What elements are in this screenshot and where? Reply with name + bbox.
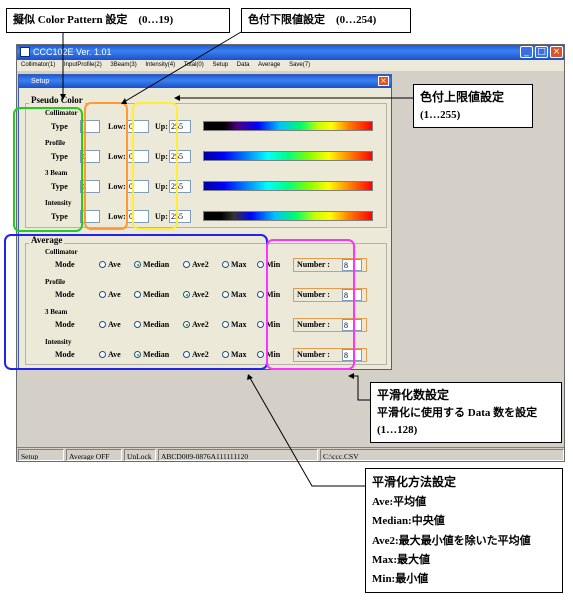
method-item: Min:最小値 (372, 573, 429, 585)
arrowhead-icon (247, 374, 253, 380)
callout-text: 平滑化に使用する Data 数を設定 (377, 406, 538, 419)
leader-line (249, 377, 365, 487)
method-item: Max:最大値 (372, 553, 431, 566)
leader-line (123, 31, 242, 103)
callout-text: (1…128) (377, 423, 418, 436)
arrowhead-icon (60, 94, 66, 100)
callout-title: 平滑化数設定 (377, 388, 450, 402)
callout-text: (1…255) (420, 108, 461, 121)
arrowhead-icon (174, 95, 180, 101)
callout-title: 平滑化方法設定 (372, 475, 457, 489)
method-item: Ave:平均値 (372, 496, 427, 508)
leader-line (352, 375, 370, 401)
callout-upper-limit: 色付上限値設定 (1…255) (413, 84, 533, 128)
callout-method: 平滑化方法設定 Ave:平均値 Median:中央値 Ave2:最大最小値を除い… (365, 468, 563, 594)
method-item: Median:中央値 (372, 515, 445, 528)
callout-text: 擬似 Color Pattern 設定 (0…19) (13, 14, 174, 26)
callout-text: 色付下限値設定 (0…254) (248, 14, 377, 26)
arrowhead-icon (348, 373, 354, 379)
callout-lower-limit: 色付下限値設定 (0…254) (241, 8, 411, 34)
method-item: Ave2:最大最小値を除いた平均値 (372, 534, 531, 547)
callout-number: 平滑化数設定 平滑化に使用する Data 数を設定 (1…128) (370, 382, 562, 443)
callout-title: 色付上限値設定 (420, 90, 505, 104)
callout-pseudo-type: 擬似 Color Pattern 設定 (0…19) (6, 8, 230, 34)
